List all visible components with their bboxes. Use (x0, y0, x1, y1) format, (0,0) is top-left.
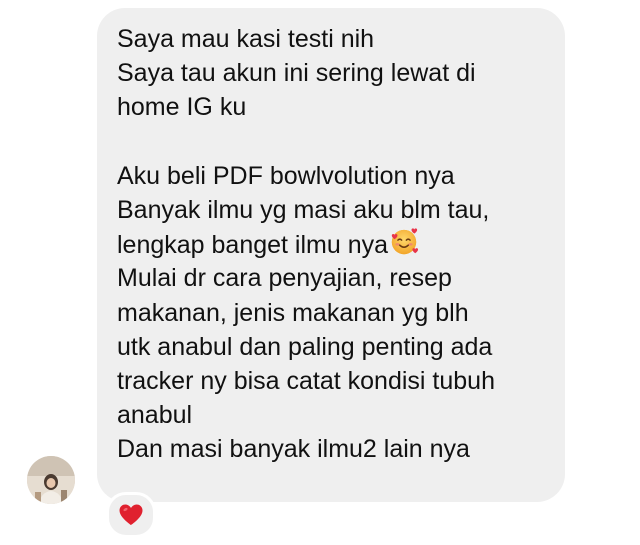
red-heart-icon (119, 504, 143, 525)
message-line-7-wrapper: lengkap banget ilmu nya (117, 227, 547, 261)
message-line-7: lengkap banget ilmu nya (117, 231, 389, 260)
message-line-2: Saya tau akun ini sering lewat di (117, 59, 476, 88)
message-line-5: Aku beli PDF bowlvolution nya (117, 161, 455, 190)
message-line-1: Saya mau kasi testi nih (117, 25, 375, 53)
message-line-9: makanan, jenis makanan yg blh (117, 298, 469, 327)
message-line-12: anabul (117, 401, 193, 430)
message-line-3: home IG ku (117, 93, 247, 122)
message-reaction[interactable] (106, 492, 156, 538)
smiling-face-with-hearts-icon (391, 228, 419, 255)
message-line-6: Banyak ilmu yg masi aku blm tau, (117, 195, 490, 224)
message-line-8: Mulai dr cara penyajian, resep (117, 264, 452, 293)
message-line-11: tracker ny bisa catat kondisi tubuh (117, 366, 495, 395)
message-line-10: utk anabul dan paling penting ada (117, 332, 493, 361)
avatar-photo (27, 456, 75, 504)
message-bubble[interactable]: Saya mau kasi testi nih Saya tau akun in… (97, 8, 565, 502)
message-line-13: Dan masi banyak ilmu2 lain nya (117, 435, 470, 464)
sender-avatar[interactable] (27, 456, 75, 504)
